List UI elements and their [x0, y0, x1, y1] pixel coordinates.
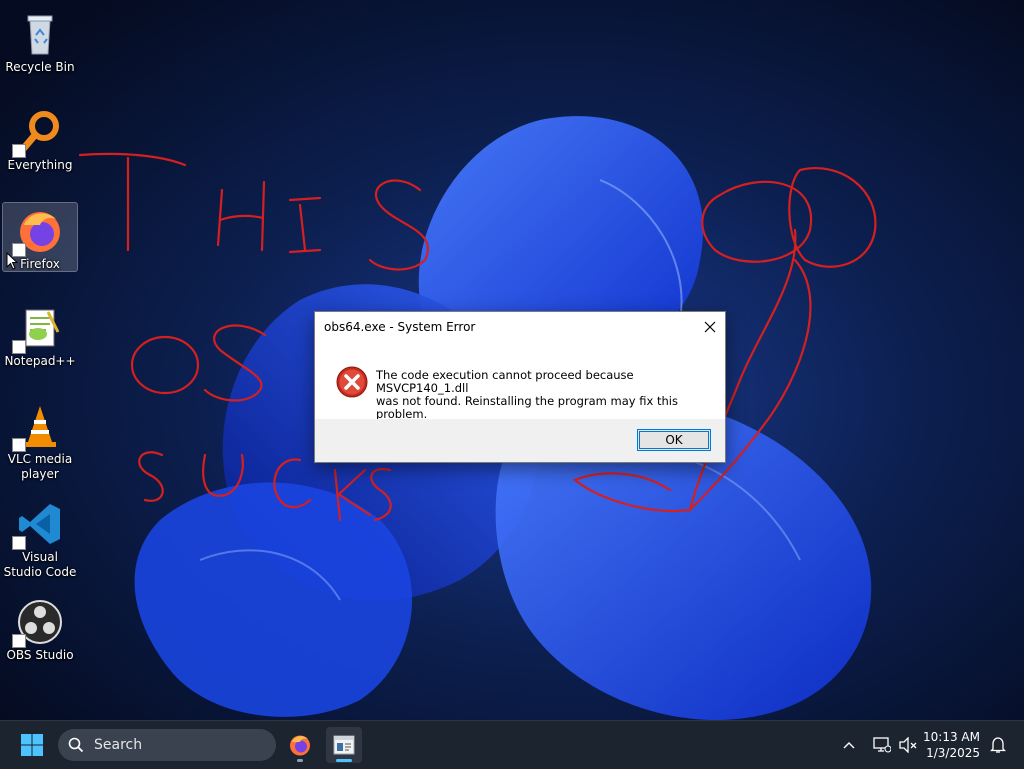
clock-date: 1/3/2025: [926, 746, 980, 760]
notifications-button[interactable]: [984, 727, 1012, 763]
dialog-title-bar[interactable]: obs64.exe - System Error: [315, 312, 725, 342]
desktop-icon-recycle-bin[interactable]: Recycle Bin: [2, 6, 78, 76]
clock-time: 10:13 AM: [923, 730, 980, 744]
system-clock[interactable]: 10:13 AM 1/3/2025: [923, 729, 980, 761]
taskbar-search-box[interactable]: Search: [58, 729, 276, 761]
error-message-line: The code execution cannot proceed becaus…: [376, 368, 634, 395]
desktop-icon-label: Everything: [7, 158, 73, 172]
error-message-line: was not found. Reinstalling the program …: [376, 394, 678, 421]
desktop-icon-obs-studio[interactable]: OBS Studio: [2, 594, 78, 664]
dialog-title: obs64.exe - System Error: [324, 320, 476, 334]
close-icon: [704, 321, 716, 333]
notepad-plus-plus-icon: [12, 304, 64, 354]
dialog-window-icon: [333, 735, 355, 755]
everything-search-icon: [12, 108, 64, 158]
desktop-icon-everything[interactable]: Everything: [2, 104, 78, 174]
desktop-icon-vlc[interactable]: VLC media player: [2, 398, 78, 482]
show-hidden-icons-button[interactable]: [832, 727, 866, 763]
notification-bell-icon: [990, 737, 1006, 753]
search-icon: [68, 737, 84, 753]
shortcut-arrow-icon: [12, 634, 26, 648]
desktop-icon-label: Visual Studio Code: [3, 550, 77, 579]
taskbar: Search 10:13 AM 1/3/2025: [0, 720, 1024, 769]
dialog-body: The code execution cannot proceed becaus…: [315, 342, 725, 421]
desktop-icon-label: Recycle Bin: [5, 60, 75, 74]
chevron-up-icon: [843, 742, 855, 749]
vscode-icon: [12, 500, 64, 550]
desktop-icon-label: OBS Studio: [6, 648, 74, 662]
volume-button[interactable]: [894, 727, 922, 763]
start-button[interactable]: [14, 727, 50, 763]
close-button[interactable]: [695, 312, 725, 342]
obs-studio-icon: [12, 598, 64, 648]
shortcut-arrow-icon: [12, 536, 26, 550]
vlc-cone-icon: [12, 402, 64, 452]
taskbar-dialog-button[interactable]: [326, 727, 362, 763]
desktop-icon-label: VLC media player: [7, 452, 73, 481]
running-indicator: [297, 759, 303, 762]
firefox-icon: [12, 207, 64, 257]
active-indicator: [336, 759, 352, 762]
windows-start-icon: [21, 734, 43, 756]
mouse-cursor-icon: [6, 252, 18, 270]
volume-muted-icon: [899, 737, 917, 753]
error-icon: [336, 366, 368, 398]
desktop-icon-label: Notepad++: [4, 354, 76, 368]
desktop-icon-vscode[interactable]: Visual Studio Code: [2, 496, 78, 580]
error-message: The code execution cannot proceed becaus…: [376, 369, 706, 421]
shortcut-arrow-icon: [12, 438, 26, 452]
system-error-dialog[interactable]: obs64.exe - System Error The code execut…: [314, 311, 726, 463]
recycle-bin-icon: [16, 10, 64, 58]
search-placeholder: Search: [94, 737, 143, 753]
dialog-footer: OK: [315, 419, 725, 462]
ok-button[interactable]: OK: [637, 429, 711, 451]
network-button[interactable]: [868, 727, 896, 763]
desktop-icon-notepad-plus-plus[interactable]: Notepad++: [2, 300, 78, 370]
network-icon: [873, 737, 891, 753]
taskbar-firefox-button[interactable]: [282, 727, 318, 763]
shortcut-arrow-icon: [12, 340, 26, 354]
shortcut-arrow-icon: [12, 144, 26, 158]
firefox-icon: [290, 735, 310, 756]
